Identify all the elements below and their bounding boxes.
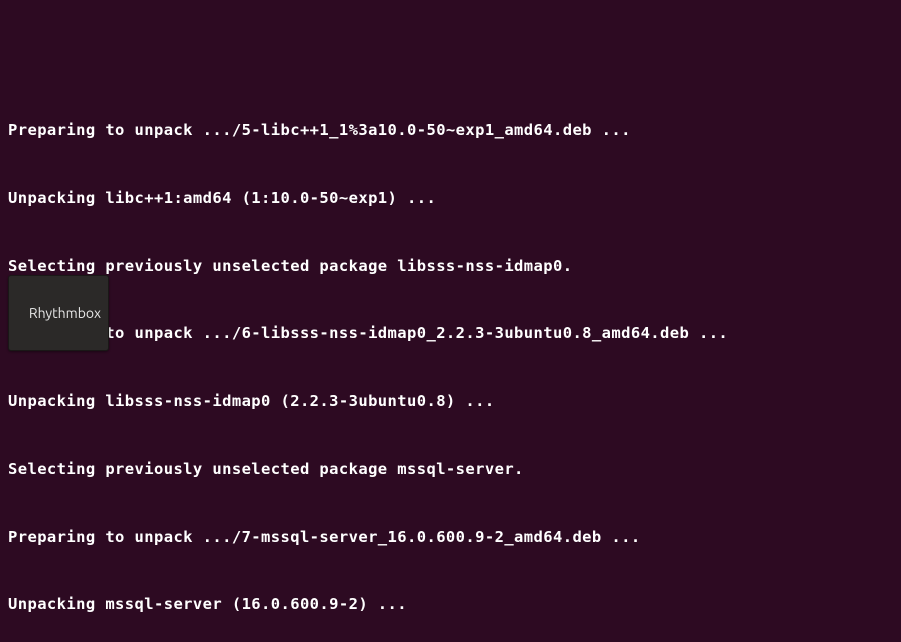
terminal-line: Preparing to unpack .../7-mssql-server_1… <box>8 526 893 549</box>
terminal-window[interactable]: Rhythmbox Preparing to unpack .../5-libc… <box>0 0 901 642</box>
terminal-line: Selecting previously unselected package … <box>8 458 893 481</box>
terminal-line: Selecting previously unselected package … <box>8 255 893 278</box>
terminal-line: Unpacking mssql-server (16.0.600.9-2) ..… <box>8 593 893 616</box>
terminal-line: Unpacking libc++1:amd64 (1:10.0-50~exp1)… <box>8 187 893 210</box>
terminal-line: Unpacking libsss-nss-idmap0 (2.2.3-3ubun… <box>8 390 893 413</box>
rhythmbox-tooltip: Rhythmbox <box>8 275 109 351</box>
tooltip-text: Rhythmbox <box>29 305 101 321</box>
terminal-line: Preparing to unpack .../5-libc++1_1%3a10… <box>8 119 893 142</box>
terminal-line: Preparing to unpack .../6-libsss-nss-idm… <box>8 322 893 345</box>
